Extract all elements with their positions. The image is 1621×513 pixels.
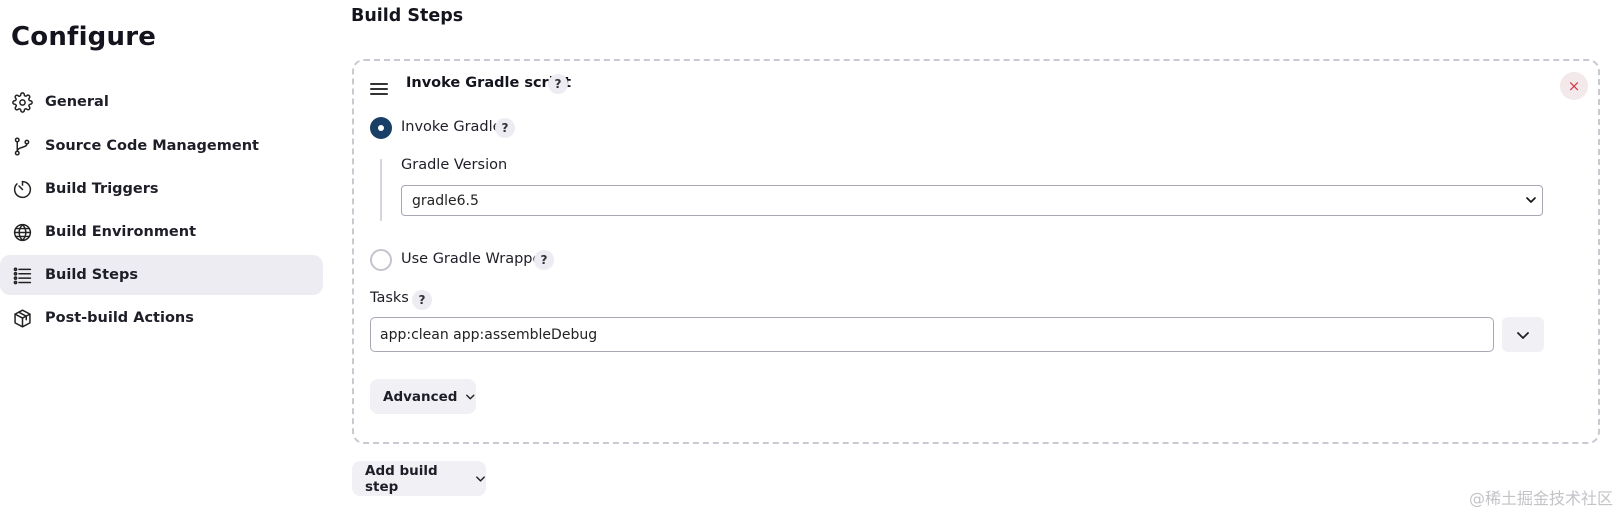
sidebar-item-source-code-management[interactable]: Source Code Management — [0, 126, 323, 166]
gear-icon — [11, 91, 33, 113]
tasks-input[interactable]: app:clean app:assembleDebug — [370, 317, 1494, 352]
sidebar-item-build-environment[interactable]: Build Environment — [0, 212, 323, 252]
advanced-label: Advanced — [383, 388, 458, 405]
chevron-down-icon — [476, 475, 485, 482]
gradle-version-select[interactable]: gradle6.5 — [401, 185, 1543, 216]
help-icon[interactable]: ? — [534, 250, 554, 270]
help-icon[interactable]: ? — [548, 74, 568, 94]
sidebar-item-label: Post-build Actions — [45, 310, 194, 326]
step-title: Invoke Gradle script — [406, 75, 571, 91]
sidebar-item-build-steps[interactable]: Build Steps — [0, 255, 323, 295]
add-build-step-button[interactable]: Add build step — [352, 461, 486, 496]
chevron-down-icon — [466, 394, 475, 399]
package-icon — [11, 307, 33, 329]
sidebar-item-general[interactable]: General — [0, 82, 323, 122]
invoke-gradle-label: Invoke Gradle — [401, 119, 502, 135]
close-icon[interactable]: × — [1560, 72, 1588, 100]
gradle-version-value: gradle6.5 — [412, 192, 479, 209]
use-gradle-wrapper-radio[interactable] — [370, 249, 392, 271]
tasks-label: Tasks — [370, 290, 409, 306]
chevron-down-icon — [1517, 331, 1529, 339]
gradle-version-label: Gradle Version — [401, 157, 508, 173]
section-title: Build Steps — [351, 6, 464, 26]
sidebar-item-label: General — [45, 94, 109, 110]
globe-icon — [11, 221, 33, 243]
sidebar: Configure General Source Code Management… — [0, 0, 325, 513]
build-step-card: Invoke Gradle script ? × Invoke Gradle ?… — [352, 59, 1600, 444]
watermark: @稀土掘金技术社区 — [1468, 489, 1613, 508]
add-build-step-label: Add build step — [365, 462, 438, 495]
drag-handle-icon[interactable] — [370, 83, 388, 97]
help-icon[interactable]: ? — [412, 290, 432, 310]
list-icon — [11, 264, 33, 286]
sidebar-item-label: Build Triggers — [45, 181, 159, 197]
sidebar-item-label: Source Code Management — [45, 138, 259, 154]
help-icon[interactable]: ? — [495, 118, 515, 138]
sidebar-item-post-build-actions[interactable]: Post-build Actions — [0, 298, 323, 338]
invoke-gradle-radio[interactable] — [370, 117, 392, 139]
use-gradle-wrapper-label: Use Gradle Wrapper — [401, 251, 548, 267]
advanced-button[interactable]: Advanced — [370, 379, 476, 414]
nested-indicator — [380, 159, 382, 221]
sidebar-item-label: Build Environment — [45, 224, 197, 240]
expand-tasks-button[interactable] — [1502, 317, 1544, 352]
sidebar-item-build-triggers[interactable]: Build Triggers — [0, 169, 323, 209]
branch-icon — [11, 135, 33, 157]
timer-icon — [11, 178, 33, 200]
chevron-down-icon — [1526, 197, 1536, 203]
page-title: Configure — [11, 22, 157, 52]
sidebar-item-label: Build Steps — [45, 267, 138, 283]
